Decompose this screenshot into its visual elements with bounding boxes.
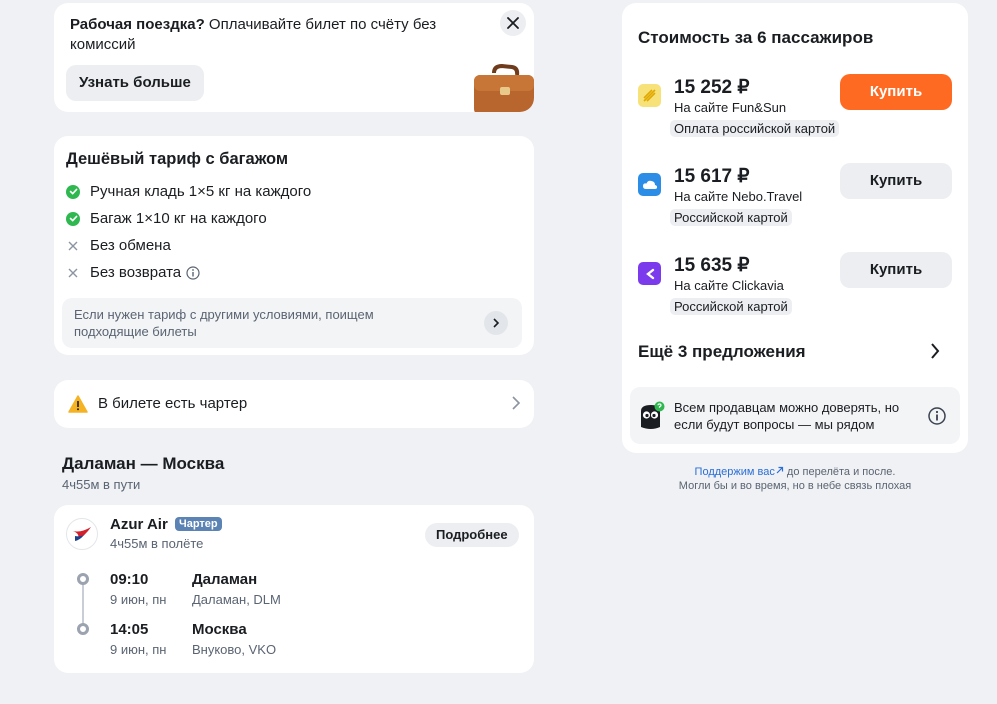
feature-no-refund: Без возврата (66, 264, 200, 281)
charter-badge: Чартер (175, 517, 222, 531)
owl-mascot-icon (641, 401, 665, 429)
route-title: Даламан — Москва (62, 454, 225, 473)
feature-baggage: Багаж 1×10 кг на каждого (66, 210, 267, 227)
warning-icon (68, 395, 88, 413)
feature-label: Багаж 1×10 кг на каждого (90, 210, 267, 227)
arrival-airport: Внуково, VKO (192, 642, 277, 657)
check-icon (66, 211, 80, 226)
payment-badge: Российской картой (670, 209, 792, 226)
feature-hand-luggage: Ручная кладь 1×5 кг на каждого (66, 183, 311, 200)
offers-card: Стоимость за 6 пассажиров 15 252 ₽ На са… (622, 3, 968, 453)
arrival-date: 9 июн, пн (110, 642, 167, 657)
other-tariff-hint[interactable]: Если нужен тариф с другими условиями, по… (62, 298, 522, 348)
arrival-city: Москва (192, 621, 247, 638)
details-button[interactable]: Подробнее (425, 523, 519, 547)
offer-item: 15 252 ₽ На сайте Fun&Sun Оплата российс… (622, 74, 968, 156)
more-offers-link[interactable]: Ещё 3 предложения (638, 342, 806, 362)
departure-city: Даламан (192, 571, 258, 588)
feature-label: Без обмена (90, 237, 171, 254)
buy-button[interactable]: Купить (840, 74, 952, 110)
tariff-title: Дешёвый тариф с багажом (66, 150, 289, 168)
info-icon[interactable] (928, 407, 946, 425)
airline-name: Azur Air (110, 516, 168, 533)
feature-label: Без возврата (90, 264, 182, 281)
cross-icon (66, 239, 80, 253)
support-line2: Могли бы и во время, но в небе связь пло… (678, 480, 912, 492)
offer-price: 15 635 ₽ (674, 255, 750, 276)
support-link[interactable]: Поддержим вас (695, 466, 775, 478)
chevron-right-icon[interactable] (930, 342, 940, 360)
arrival-time: 14:05 (110, 621, 149, 638)
feature-no-exchange: Без обмена (66, 237, 171, 254)
payment-badge: Оплата российской картой (670, 120, 840, 137)
trust-text: Всем продавцам можно доверять, но если б… (674, 400, 900, 432)
offer-item: 15 617 ₽ На сайте Nebo.Travel Российской… (622, 163, 968, 245)
offer-site: На сайте Fun&Sun (674, 100, 787, 115)
flight-card: Azur Air Чартер 4ч55м в полёте Подробнее… (54, 505, 534, 673)
chevron-right-icon[interactable] (484, 311, 508, 335)
departure-airport: Даламан, DLM (192, 592, 281, 607)
funsun-logo-icon (638, 84, 661, 107)
hint-text: Если нужен тариф с другими условиями, по… (74, 307, 374, 339)
airline-logo (66, 518, 98, 550)
departure-time: 09:10 (110, 571, 149, 588)
tariff-card: Дешёвый тариф с багажом Ручная кладь 1×5… (54, 136, 534, 355)
offer-item: 15 635 ₽ На сайте Clickavia Российской к… (622, 252, 968, 334)
promo-text: Рабочая поездка? Оплачивайте билет по сч… (70, 15, 440, 55)
nebo-travel-logo-icon (638, 173, 661, 196)
promo-title: Рабочая поездка? (70, 16, 205, 33)
briefcase-icon (474, 63, 534, 112)
support-line1: до перелёта и после. (783, 466, 896, 478)
offer-price: 15 252 ₽ (674, 77, 750, 98)
feature-label: Ручная кладь 1×5 кг на каждого (90, 183, 312, 200)
route-duration: 4ч55м в пути (62, 477, 141, 492)
close-icon[interactable] (500, 10, 526, 36)
charter-label: В билете есть чартер (98, 395, 248, 412)
buy-button[interactable]: Купить (840, 252, 952, 288)
support-note: Поддержим вас до перелёта и после. Могли… (630, 465, 960, 493)
info-icon[interactable] (186, 265, 200, 280)
arrival-dot (77, 623, 89, 635)
cross-icon (66, 266, 80, 280)
payment-badge: Российской картой (670, 298, 792, 315)
flight-duration: 4ч55м в полёте (110, 536, 204, 551)
learn-more-button[interactable]: Узнать больше (66, 65, 204, 101)
offers-title: Стоимость за 6 пассажиров (638, 28, 874, 47)
departure-dot (77, 573, 89, 585)
offer-site: На сайте Clickavia (674, 278, 784, 293)
offer-site: На сайте Nebo.Travel (674, 189, 803, 204)
external-link-icon (776, 466, 783, 474)
offer-price: 15 617 ₽ (674, 166, 750, 187)
buy-button[interactable]: Купить (840, 163, 952, 199)
trust-notice: Всем продавцам можно доверять, но если б… (630, 387, 960, 444)
departure-date: 9 июн, пн (110, 592, 167, 607)
chevron-right-icon (512, 396, 520, 410)
business-trip-promo: Рабочая поездка? Оплачивайте билет по сч… (54, 3, 534, 112)
charter-notice[interactable]: В билете есть чартер (54, 380, 534, 428)
check-icon (66, 184, 80, 199)
clickavia-logo-icon (638, 262, 661, 285)
